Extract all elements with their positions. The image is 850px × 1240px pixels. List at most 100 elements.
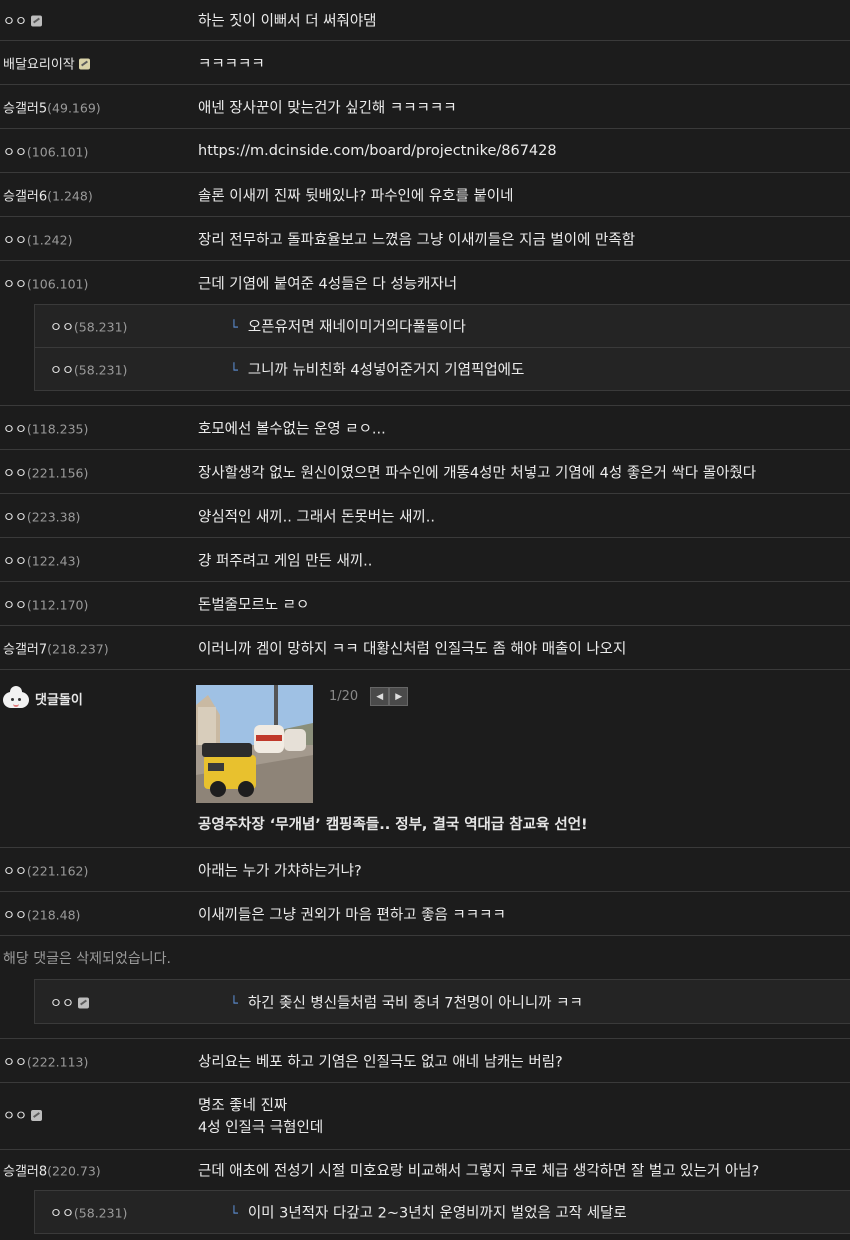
comment-ip: (221.162): [26, 863, 89, 878]
comment-nick[interactable]: ㅇㅇ(118.235): [3, 418, 88, 437]
comment-row: 승갤러8(220.73) 근데 애초에 전성기 시절 미호요랑 비교해서 그렇지…: [0, 1150, 850, 1190]
comment-row: ㅇㅇ(221.162) 아래는 누가 가챠하는거냐?: [0, 848, 850, 892]
comment-nick[interactable]: 승갤러7(218.237): [3, 638, 109, 657]
fixed-user-icon: [30, 15, 42, 27]
ad-comment: 댓글돌이 1/20 ◀ ▶ 공영주차장 ‘무개념’ 캠핑족들.. 정부, 결국 …: [0, 670, 850, 848]
comment-text: 하는 짓이 이뻐서 더 써줘야댐: [198, 13, 377, 30]
reply-text: └ 이미 3년적자 다갚고 2~3년치 운영비까지 벌었음 고작 세달로: [230, 1205, 627, 1222]
comment-ip: (222.113): [26, 1054, 89, 1069]
comment-nick[interactable]: ㅇㅇ(221.162): [3, 860, 88, 879]
comment-nick[interactable]: ㅇㅇ(223.38): [3, 506, 80, 525]
next-button[interactable]: ▶: [389, 687, 409, 706]
comment-nick[interactable]: 승갤러8(220.73): [3, 1161, 101, 1180]
comment-row: ㅇㅇ(223.38) 양심적인 새끼.. 그래서 돈못버는 새끼..: [0, 494, 850, 538]
reply-nick[interactable]: ㅇㅇ: [50, 992, 89, 1011]
comment-row: 배달요리이작 ㅋㅋㅋㅋㅋ: [0, 41, 850, 85]
reply-row: ㅇㅇ(58.231) └ 그니까 뉴비친화 4성넣어준거지 기염픽업에도: [35, 348, 850, 390]
comment-nick[interactable]: ㅇㅇ: [3, 1105, 42, 1124]
comment-nick[interactable]: ㅇㅇ(1.242): [3, 229, 72, 248]
comment-ip: (218.48): [26, 907, 81, 922]
comment-row: ㅇㅇ(1.242) 장리 전무하고 돌파효율보고 느꼈음 그냥 이새끼들은 지금…: [0, 217, 850, 261]
comment-row: 승갤러6(1.248) 솔론 이새끼 진짜 뒷배있냐? 파수인에 유호를 붙이네: [0, 173, 850, 217]
comment-text: 솔론 이새끼 진짜 뒷배있냐? 파수인에 유호를 붙이네: [198, 188, 514, 204]
comment-row: ㅇㅇ(112.170) 돈벌줄모르노 ㄹㅇ: [0, 582, 850, 626]
comment-nick[interactable]: ㅇㅇ(222.113): [3, 1051, 88, 1070]
comment-ip: (49.169): [47, 100, 101, 115]
comment-row: ㅇㅇ 하는 짓이 이뻐서 더 써줘야댐: [0, 0, 850, 41]
comment-ip: (218.237): [47, 641, 109, 656]
comment-text: 근데 기염에 붙여준 4성들은 다 성능캐자너: [198, 276, 458, 292]
deleted-notice: 해당 댓글은 삭제되었습니다.: [3, 950, 171, 967]
reply-box: ㅇㅇ(58.231) └ 이미 3년적자 다갚고 2~3년치 운영비까지 벌었음 …: [34, 1190, 850, 1234]
comment-link[interactable]: https://m.dcinside.com/board/projectnike…: [198, 143, 557, 159]
comment-nick[interactable]: 승갤러5(49.169): [3, 97, 101, 116]
comment-list: ㅇㅇ 하는 짓이 이뻐서 더 써줘야댐 배달요리이작 ㅋㅋㅋㅋㅋ 승갤러5(49…: [0, 0, 850, 1240]
comment-row: ㅇㅇ(118.235) 호모에선 볼수없는 운영 ㄹㅇ...: [0, 406, 850, 450]
reply-arrow-icon: └: [230, 996, 238, 1011]
comment-text: 장리 전무하고 돌파효율보고 느꼈음 그냥 이새끼들은 지금 벌이에 만족함: [198, 232, 636, 248]
comment-row: ㅇㅇ(106.101) 근데 기염에 붙여준 4성들은 다 성능캐자너: [0, 261, 850, 304]
comment-nick[interactable]: ㅇㅇ(106.101): [3, 273, 88, 292]
comment-ip: (122.43): [26, 553, 81, 568]
comment-nick[interactable]: ㅇㅇ(218.48): [3, 904, 80, 923]
comment-ip: (106.101): [26, 144, 89, 159]
comment-ip: (118.235): [26, 421, 89, 436]
bot-avatar-icon: [3, 686, 29, 708]
comment-nick[interactable]: 승갤러6(1.248): [3, 185, 93, 204]
reply-ip: (58.231): [73, 1205, 128, 1221]
comment-row: ㅇㅇ(222.113) 상리요는 베포 하고 기염은 인질극도 없고 애네 남캐…: [0, 1039, 850, 1083]
reply-row: ㅇㅇ(58.231) └ 오픈유저면 재네이미거의다풀돌이다: [35, 305, 850, 348]
ad-thumbnail[interactable]: [196, 685, 313, 803]
reply-text: └ 하긴 좆신 병신들처럼 국비 중녀 7천명이 아니니까 ㅋㅋ: [230, 995, 583, 1011]
comment-text: 걍 퍼주려고 게임 만든 새끼..: [198, 553, 373, 569]
comment-row: ㅇㅇ(218.48) 이새끼들은 그냥 권외가 마음 편하고 좋음 ㅋㅋㅋㅋ: [0, 892, 850, 936]
comment-ip: (221.156): [26, 465, 89, 480]
reply-ip: (58.231): [73, 362, 128, 378]
comment-nick[interactable]: 배달요리이작: [3, 53, 90, 72]
comment-text: 근데 애초에 전성기 시절 미호요랑 비교해서 그렇지 쿠로 체급 생각하면 잘…: [198, 1163, 760, 1180]
reply-nick[interactable]: ㅇㅇ(58.231): [50, 317, 127, 336]
comment-ip: (1.248): [47, 188, 93, 203]
comment-ip: (106.101): [26, 276, 89, 291]
comment-text: 호모에선 볼수없는 운영 ㄹㅇ...: [198, 421, 386, 437]
reply-arrow-icon: └: [230, 1206, 238, 1222]
comment-nick[interactable]: ㅇㅇ(112.170): [3, 594, 88, 613]
comment-row: ㅇㅇ(122.43) 걍 퍼주려고 게임 만든 새끼..: [0, 538, 850, 582]
comment-nick[interactable]: ㅇㅇ(221.156): [3, 462, 88, 481]
reply-box: ㅇㅇ(58.231) └ 오픈유저면 재네이미거의다풀돌이다 ㅇㅇ(58.231)…: [34, 304, 850, 391]
comment-text: 이러니까 겜이 망하지 ㅋㅋ 대황신처럼 인질극도 좀 해야 매출이 나오지: [198, 641, 627, 657]
comment-text: ㅋㅋㅋㅋㅋ: [198, 56, 265, 72]
reply-nick[interactable]: ㅇㅇ(58.231): [50, 360, 127, 379]
comment-row: ㅇㅇ(106.101) https://m.dcinside.com/board…: [0, 129, 850, 173]
comment-row: 승갤러5(49.169) 애넨 장사꾼이 맞는건가 싶긴해 ㅋㅋㅋㅋㅋ: [0, 85, 850, 129]
comment-row: 승갤러7(218.237) 이러니까 겜이 망하지 ㅋㅋ 대황신처럼 인질극도 …: [0, 626, 850, 670]
ad-pager: 1/20 ◀ ▶: [329, 687, 409, 706]
reply-row: ㅇㅇ(58.231) └ 이미 3년적자 다갚고 2~3년치 운영비까지 벌었음 …: [35, 1191, 850, 1233]
comment-nick[interactable]: ㅇㅇ(106.101): [3, 141, 88, 160]
reply-nick[interactable]: ㅇㅇ(58.231): [50, 1203, 127, 1222]
reply-text: └ 오픈유저면 재네이미거의다풀돌이다: [230, 319, 466, 336]
comment-row: ㅇㅇ(221.156) 장사할생각 없노 원신이였으면 파수인에 개똥4성만 처…: [0, 450, 850, 494]
deleted-comment-row: 해당 댓글은 삭제되었습니다.: [0, 936, 850, 979]
comment-nick[interactable]: ㅇㅇ: [3, 11, 42, 30]
comment-nick[interactable]: ㅇㅇ(122.43): [3, 550, 80, 569]
fixed-user-icon: [77, 997, 89, 1008]
comment-ip: (223.38): [26, 509, 81, 524]
comment-text: 아래는 누가 가챠하는거냐?: [198, 863, 362, 879]
prev-button[interactable]: ◀: [370, 687, 390, 706]
comment-row: ㅇㅇ 명조 좋네 진짜 4성 인질극 극혐인데: [0, 1083, 850, 1150]
comment-thread: ㅇㅇ(106.101) 근데 기염에 붙여준 4성들은 다 성능캐자너 ㅇㅇ(5…: [0, 261, 850, 406]
comment-ip: (1.242): [26, 232, 73, 247]
comment-text: 양심적인 새끼.. 그래서 돈못버는 새끼..: [198, 509, 435, 525]
fixed-user-icon: [30, 1110, 42, 1121]
reply-arrow-icon: └: [230, 320, 238, 336]
reply-box: ㅇㅇ └ 하긴 좆신 병신들처럼 국비 중녀 7천명이 아니니까 ㅋㅋ: [34, 979, 850, 1024]
reply-text: └ 그니까 뉴비친화 4성넣어준거지 기염픽업에도: [230, 362, 525, 379]
reply-row: ㅇㅇ └ 하긴 좆신 병신들처럼 국비 중녀 7천명이 아니니까 ㅋㅋ: [35, 980, 850, 1023]
comment-text: 명조 좋네 진짜 4성 인질극 극혐인데: [198, 1098, 324, 1136]
comment-text: 애넨 장사꾼이 맞는건가 싶긴해 ㅋㅋㅋㅋㅋ: [198, 100, 457, 116]
bot-name: 댓글돌이: [3, 686, 83, 708]
ad-headline[interactable]: 공영주차장 ‘무개념’ 캠핑족들.. 정부, 결국 역대급 참교육 선언!: [198, 813, 588, 834]
comment-text: 장사할생각 없노 원신이였으면 파수인에 개똥4성만 처넣고 기염에 4성 좋은…: [198, 465, 757, 481]
comment-text: 상리요는 베포 하고 기염은 인질극도 없고 애네 남캐는 버림?: [198, 1054, 563, 1070]
